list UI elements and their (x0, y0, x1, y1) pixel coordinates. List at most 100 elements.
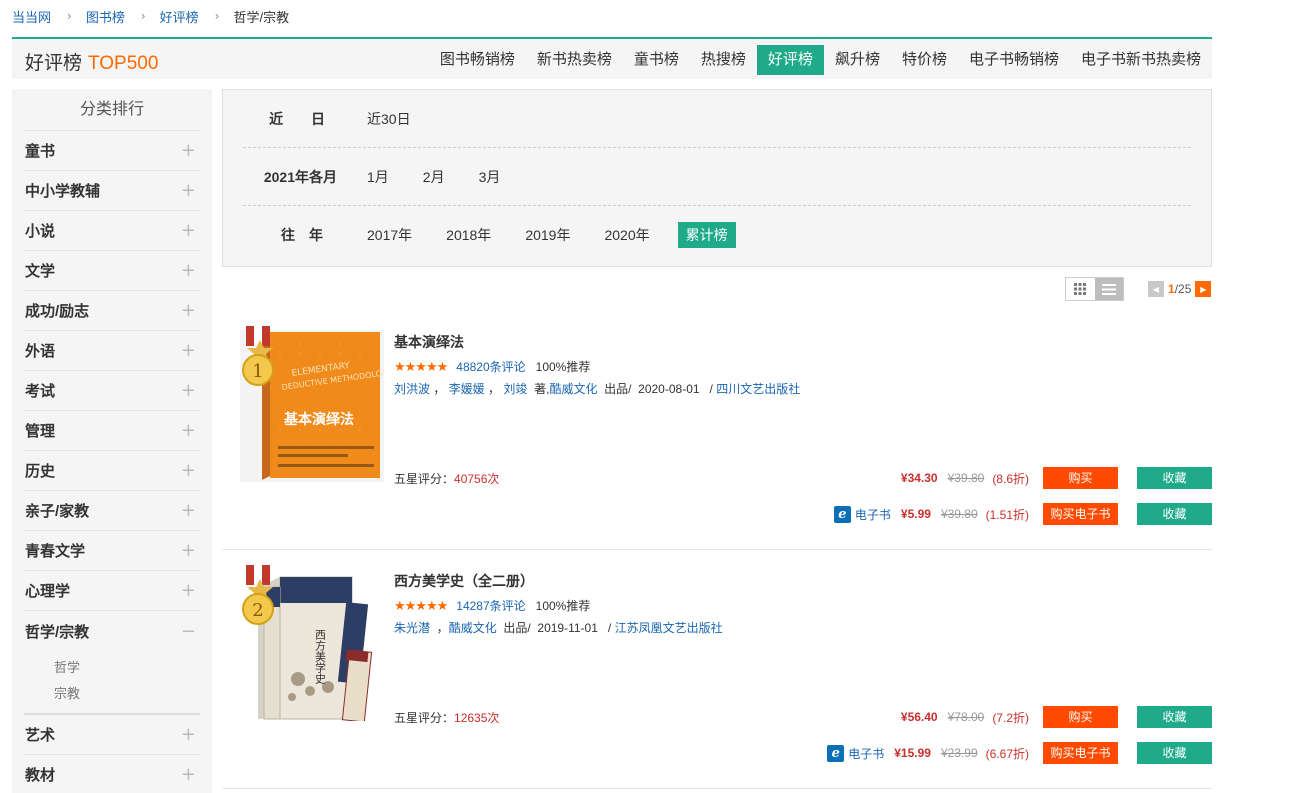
svg-text:基本演绎法: 基本演绎法 (284, 411, 354, 428)
plus-icon[interactable]: + (181, 724, 196, 745)
favorite-button[interactable]: 收藏 (1137, 706, 1212, 728)
filter-option-2019[interactable]: 2019年 (519, 222, 576, 248)
plus-icon[interactable]: + (181, 500, 196, 521)
favorite-button[interactable]: 收藏 (1137, 467, 1212, 489)
ebook-price-discount: (6.67折) (985, 746, 1029, 761)
filter-option-mar[interactable]: 3月 (473, 164, 507, 190)
tab-ebook-new-hot[interactable]: 电子书新书热卖榜 (1070, 45, 1212, 75)
buy-button[interactable]: 购买 (1043, 706, 1118, 728)
sidebar-subitem-philosophy[interactable]: 哲学 (54, 655, 200, 681)
tab-bestseller[interactable]: 图书畅销榜 (429, 45, 526, 75)
tab-new-hot[interactable]: 新书热卖榜 (526, 45, 623, 75)
review-count-link[interactable]: 48820条评论 (456, 358, 525, 375)
tab-ebook-bestseller[interactable]: 电子书畅销榜 (958, 45, 1070, 75)
ebook-badge[interactable]: e 电子书 (827, 744, 885, 762)
filter-option-2020[interactable]: 2020年 (598, 222, 655, 248)
sidebar-item-psychology[interactable]: 心理学 + (24, 571, 200, 611)
sidebar-item-philosophy-religion[interactable]: 哲学/宗教 − (24, 611, 200, 651)
ebook-icon: e (833, 505, 851, 523)
pagination: ◀ 1/25 ▶ (1148, 281, 1212, 297)
tab-good-review[interactable]: 好评榜 (756, 45, 824, 75)
author-link[interactable]: 刘竣 (503, 382, 527, 396)
prev-page-button[interactable]: ◀ (1148, 281, 1164, 297)
sidebar-item-novel[interactable]: 小说 + (24, 211, 200, 251)
time-filter-panel: 近 日 近30日 2021年各月 1月 2月 3月 往年 2017年 2018年… (222, 89, 1212, 267)
buy-button[interactable]: 购买 (1043, 467, 1118, 489)
publisher-brand-link[interactable]: 酷威文化 (449, 621, 497, 635)
plus-icon[interactable]: + (181, 260, 196, 281)
breadcrumb-link-goodreview[interactable]: 好评榜 (160, 7, 199, 26)
filter-option-2018[interactable]: 2018年 (440, 222, 497, 248)
sidebar-item-history[interactable]: 历史 + (24, 451, 200, 491)
chevron-right-icon: › (67, 9, 72, 23)
price-discount: (7.2折) (992, 710, 1029, 725)
book-title[interactable]: 基本演绎法 (394, 332, 464, 352)
buy-ebook-button[interactable]: 购买电子书 (1043, 503, 1118, 525)
sidebar-item-literature[interactable]: 文学 + (24, 251, 200, 291)
tab-hot-search[interactable]: 热搜榜 (690, 45, 757, 75)
sidebar-item-exam[interactable]: 考试 + (24, 371, 200, 411)
favorite-ebook-button[interactable]: 收藏 (1137, 503, 1212, 525)
filter-option-cumulative[interactable]: 累计榜 (677, 222, 736, 248)
tab-rising[interactable]: 飙升榜 (824, 45, 891, 75)
book-title[interactable]: 西方美学史（全二册） (394, 571, 534, 591)
chevron-right-icon: › (214, 9, 220, 23)
minus-icon[interactable]: − (181, 621, 196, 642)
sidebar-item-foreign-language[interactable]: 外语 + (24, 331, 200, 371)
plus-icon[interactable]: + (181, 180, 196, 201)
total-pages: /25 (1174, 282, 1192, 296)
filter-option-feb[interactable]: 2月 (417, 164, 451, 190)
sidebar-item-parenting[interactable]: 亲子/家教 + (24, 491, 200, 531)
sidebar-item-youth-literature[interactable]: 青春文学 + (24, 531, 200, 571)
sidebar-item-art[interactable]: 艺术 + (24, 715, 200, 755)
breadcrumb-link-home[interactable]: 当当网 (12, 7, 51, 26)
review-count-link[interactable]: 14287条评论 (456, 597, 525, 614)
plus-icon[interactable]: + (181, 340, 196, 361)
plus-icon[interactable]: + (181, 460, 196, 481)
tab-children[interactable]: 童书榜 (623, 45, 690, 75)
plus-icon[interactable]: + (181, 220, 196, 241)
plus-icon[interactable]: + (181, 140, 196, 161)
favorite-ebook-button[interactable]: 收藏 (1137, 742, 1212, 764)
filter-row-months: 2021年各月 1月 2月 3月 (243, 148, 1191, 206)
ebook-badge[interactable]: e 电子书 (833, 505, 891, 523)
plus-icon[interactable]: + (181, 540, 196, 561)
press-link[interactable]: 江苏凤凰文艺出版社 (615, 621, 723, 635)
plus-icon[interactable]: + (181, 420, 196, 441)
sidebar-item-label: 教材 (25, 767, 56, 784)
sidebar-item-textbook[interactable]: 教材 + (24, 755, 200, 793)
buy-ebook-button[interactable]: 购买电子书 (1043, 742, 1118, 764)
next-page-button[interactable]: ▶ (1195, 281, 1212, 297)
press-link[interactable]: 四川文艺出版社 (716, 382, 800, 396)
plus-icon[interactable]: + (181, 380, 196, 401)
plus-icon[interactable]: + (181, 300, 196, 321)
sidebar-item-k12[interactable]: 中小学教辅 + (24, 171, 200, 211)
page-title-top: TOP500 (88, 53, 159, 74)
book-entry: ELEMENTARY DEDUCTIVE METHODOLOGY 基本演绎法 1… (222, 312, 1212, 550)
sidebar-subitem-religion[interactable]: 宗教 (54, 681, 200, 707)
sidebar-item-success[interactable]: 成功/励志 + (24, 291, 200, 331)
svg-text:1: 1 (252, 361, 263, 382)
publisher-brand-link[interactable]: 酷威文化 (549, 382, 597, 396)
sidebar-item-children[interactable]: 童书 + (24, 131, 200, 171)
grid-view-button[interactable] (1066, 278, 1095, 300)
plus-icon[interactable]: + (181, 764, 196, 785)
breadcrumb-link-books[interactable]: 图书榜 (86, 7, 125, 26)
list-view-button[interactable] (1094, 278, 1123, 300)
filter-option-2017[interactable]: 2017年 (361, 222, 418, 248)
sidebar-item-label: 文学 (25, 263, 56, 280)
author-link[interactable]: 朱光潜 (394, 621, 430, 635)
plus-icon[interactable]: + (181, 580, 196, 601)
sidebar-item-management[interactable]: 管理 + (24, 411, 200, 451)
grid-icon (1074, 283, 1087, 295)
produced-label: 出品/ (604, 382, 632, 396)
author-link[interactable]: 李媛媛 (449, 382, 485, 396)
filter-option-jan[interactable]: 1月 (361, 164, 395, 190)
filter-option-30days[interactable]: 近30日 (361, 106, 417, 132)
book-publish-info: 朱光潜 ，酷威文化 出品/ 2019-11-01 / 江苏凤凰文艺出版社 (394, 621, 723, 635)
breadcrumb-current: 哲学/宗教 (233, 9, 290, 25)
ebook-label: 电子书 (848, 746, 885, 761)
tab-special-price[interactable]: 特价榜 (891, 45, 958, 75)
author-link[interactable]: 刘洪波 (394, 382, 430, 396)
sidebar-item-label: 考试 (25, 383, 56, 400)
